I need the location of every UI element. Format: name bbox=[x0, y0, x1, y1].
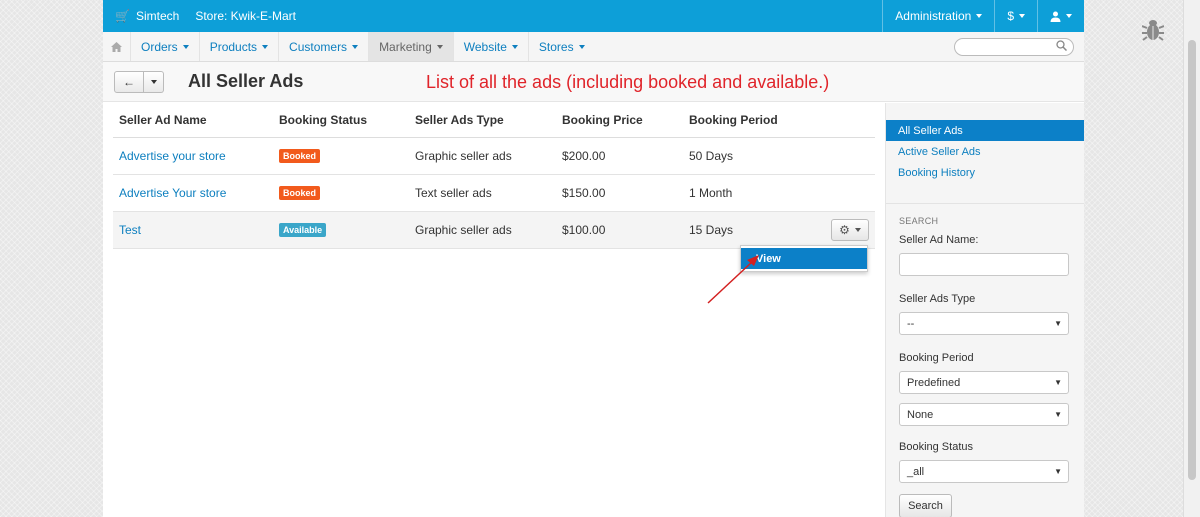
search-button[interactable]: Search bbox=[899, 494, 952, 517]
main-nav: Orders Products Customers Marketing Webs… bbox=[103, 32, 1084, 62]
booking-status-select[interactable]: _all ▼ bbox=[899, 460, 1069, 483]
nav-stores[interactable]: Stores bbox=[529, 32, 595, 61]
booking-period-label: Booking Period bbox=[899, 352, 974, 364]
currency-menu[interactable]: $ bbox=[994, 0, 1037, 32]
chevron-down-icon bbox=[182, 44, 189, 49]
annotation-text: List of all the ads (including booked an… bbox=[426, 72, 830, 92]
search-section-title: SEARCH bbox=[899, 216, 939, 226]
chevron-down-icon bbox=[262, 44, 269, 49]
ad-name-input[interactable] bbox=[899, 253, 1069, 276]
home-icon[interactable] bbox=[103, 32, 131, 61]
back-dropdown-button[interactable] bbox=[144, 70, 164, 93]
booking-status-value: _all bbox=[907, 465, 925, 478]
chevron-down-icon bbox=[976, 14, 983, 18]
annotation-arrow bbox=[707, 255, 759, 304]
administration-menu[interactable]: Administration bbox=[882, 0, 994, 32]
nav-marketing-label: Marketing bbox=[379, 39, 432, 54]
nav-orders-label: Orders bbox=[141, 39, 178, 54]
chevron-down-icon: ▼ bbox=[1054, 467, 1062, 476]
page-header: ← All Seller Ads List of all the ads (in… bbox=[103, 62, 1084, 102]
chevron-down-icon: ▼ bbox=[1054, 410, 1062, 419]
booking-period-secondary-select[interactable]: None ▼ bbox=[899, 403, 1069, 426]
brand[interactable]: 🛒 Simtech bbox=[103, 9, 179, 23]
scrollbar-thumb[interactable] bbox=[1188, 40, 1196, 480]
chevron-down-icon bbox=[578, 44, 585, 49]
arrow-left-icon: ← bbox=[123, 74, 135, 89]
top-right-menu: Administration $ bbox=[882, 0, 1084, 32]
store-switcher[interactable]: Store: Kwik-E-Mart bbox=[195, 9, 296, 23]
user-icon bbox=[1050, 11, 1061, 22]
administration-label: Administration bbox=[895, 9, 972, 23]
booking-period-secondary-value: None bbox=[907, 408, 934, 421]
page-title: All Seller Ads bbox=[188, 71, 304, 91]
currency-label: $ bbox=[1007, 9, 1014, 23]
chevron-down-icon bbox=[511, 44, 518, 49]
ads-type-select[interactable]: -- ▼ bbox=[899, 312, 1069, 335]
nav-customers-label: Customers bbox=[289, 39, 348, 54]
nav-website-label: Website bbox=[463, 39, 507, 54]
chevron-down-icon bbox=[436, 44, 443, 49]
nav-orders[interactable]: Orders bbox=[131, 32, 200, 61]
ads-type-label: Seller Ads Type bbox=[899, 293, 976, 305]
page-scrollbar[interactable] bbox=[1183, 0, 1200, 517]
sidebar-menu: All Seller Ads Active Seller Ads Booking… bbox=[886, 120, 1084, 183]
booking-status-label: Booking Status bbox=[899, 441, 973, 453]
chevron-down-icon bbox=[1019, 14, 1025, 18]
ads-type-value: -- bbox=[907, 317, 915, 330]
chevron-down-icon bbox=[352, 44, 359, 49]
nav-products-label: Products bbox=[209, 39, 258, 54]
brand-name: Simtech bbox=[135, 9, 180, 23]
admin-app: 🛒 Simtech Store: Kwik-E-Mart Administrat… bbox=[103, 0, 1084, 517]
cart-icon: 🛒 bbox=[115, 9, 130, 23]
nav-website[interactable]: Website bbox=[454, 32, 529, 61]
chevron-down-icon bbox=[1066, 14, 1072, 18]
main-content: Seller Ad Name Booking Status Seller Ads… bbox=[113, 103, 875, 304]
search-icon bbox=[1056, 40, 1067, 51]
nav-customers[interactable]: Customers bbox=[279, 32, 370, 61]
chevron-down-icon bbox=[150, 79, 157, 84]
sidebar-item-all-seller-ads[interactable]: All Seller Ads bbox=[886, 120, 1084, 141]
back-button[interactable]: ← bbox=[114, 70, 144, 93]
debug-bug-icon[interactable] bbox=[1141, 17, 1165, 46]
chevron-down-icon: ▼ bbox=[1054, 378, 1062, 387]
chevron-down-icon: ▼ bbox=[1054, 319, 1062, 328]
nav-stores-label: Stores bbox=[538, 39, 574, 54]
sidebar-item-booking-history[interactable]: Booking History bbox=[886, 162, 1084, 183]
global-search-input[interactable] bbox=[954, 38, 1074, 56]
back-button-group: ← bbox=[114, 70, 164, 93]
top-bar: 🛒 Simtech Store: Kwik-E-Mart Administrat… bbox=[103, 0, 1084, 32]
sidebar-divider bbox=[886, 203, 1084, 204]
sidebar-search: SEARCH Seller Ad Name: Seller Ads Type -… bbox=[886, 216, 1084, 517]
booking-period-select[interactable]: Predefined ▼ bbox=[899, 371, 1069, 394]
sidebar: All Seller Ads Active Seller Ads Booking… bbox=[885, 103, 1084, 517]
nav-products[interactable]: Products bbox=[200, 32, 280, 61]
user-menu[interactable] bbox=[1037, 0, 1084, 32]
nav-marketing[interactable]: Marketing bbox=[369, 32, 454, 61]
booking-period-value: Predefined bbox=[907, 376, 961, 389]
sidebar-item-active-seller-ads[interactable]: Active Seller Ads bbox=[886, 141, 1084, 162]
ad-name-label: Seller Ad Name: bbox=[899, 234, 979, 246]
